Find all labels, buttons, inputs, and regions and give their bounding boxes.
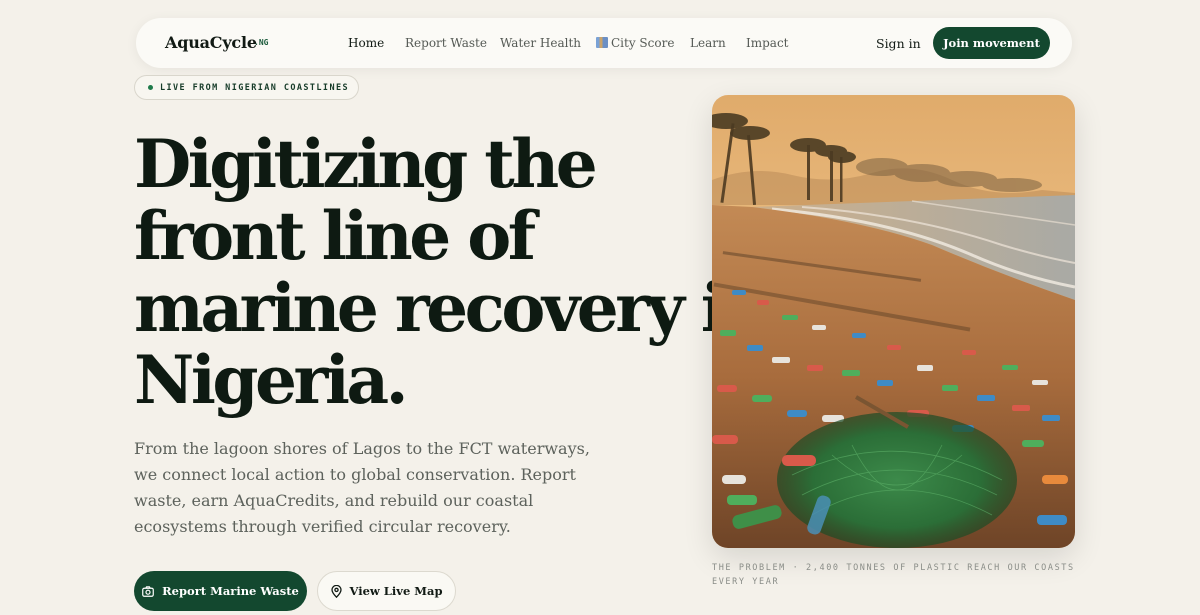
top-navbar: AquaCycle .NG Home Report Waste Water He… [136, 18, 1072, 68]
logo-suffix: .NG [254, 38, 269, 47]
headline-line-3: marine recovery in [134, 269, 770, 347]
nav-link-city-score-label: City Score [611, 36, 675, 50]
camera-icon [142, 585, 154, 597]
nav-link-home[interactable]: Home [348, 36, 384, 50]
logo[interactable]: AquaCycle [165, 33, 257, 52]
photo-caption: THE PROBLEM · 2,400 TONNES OF PLASTIC RE… [712, 563, 1075, 587]
join-movement-button[interactable]: Join movement [933, 27, 1050, 59]
nav-link-city-score[interactable]: City Score [596, 36, 674, 50]
headline-line-4: Nigeria. [134, 341, 409, 419]
sign-in-link[interactable]: Sign in [876, 36, 921, 51]
polluted-beach-photo [712, 95, 1075, 548]
hero-description: From the lagoon shores of Lagos to the F… [134, 439, 590, 536]
nav-link-water-health[interactable]: Water Health [500, 36, 581, 50]
headline-line-1: Digitizing the [134, 125, 598, 203]
report-marine-waste-label: Report Marine Waste [162, 584, 299, 598]
view-live-map-label: View Live Map [349, 584, 443, 598]
live-dot-icon [148, 85, 153, 90]
nav-link-learn[interactable]: Learn [690, 36, 726, 50]
nav-link-report-waste[interactable]: Report Waste [405, 36, 487, 50]
live-badge-label: LIVE FROM NIGERIAN COASTLINES [160, 82, 350, 93]
view-live-map-button[interactable]: View Live Map [317, 571, 456, 611]
cityscape-icon [596, 37, 608, 48]
map-pin-icon [330, 584, 342, 598]
report-marine-waste-button[interactable]: Report Marine Waste [134, 571, 307, 611]
headline-line-2: front line of [134, 197, 536, 275]
hero-headline: Digitizing the front line of marine reco… [134, 125, 770, 419]
live-badge: LIVE FROM NIGERIAN COASTLINES [134, 75, 359, 100]
nav-link-impact[interactable]: Impact [746, 36, 789, 50]
